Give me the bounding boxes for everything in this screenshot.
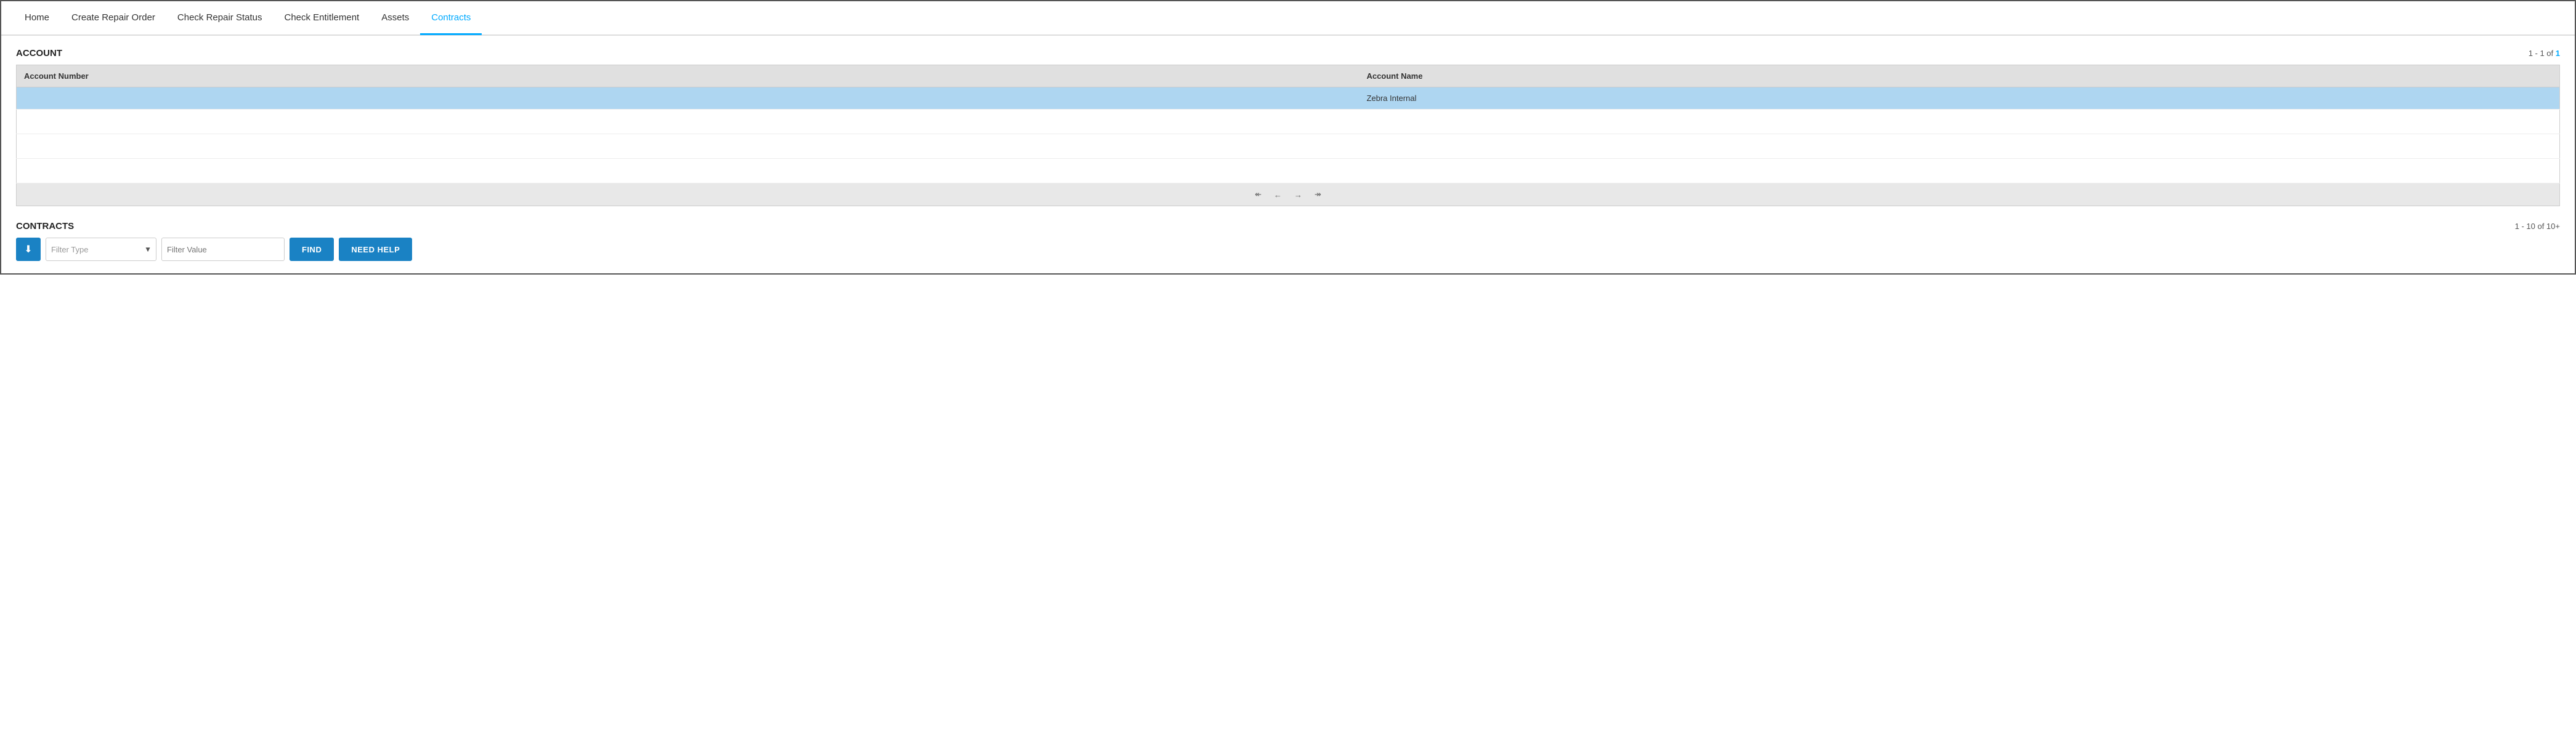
next-page-button[interactable]: → [1292, 189, 1305, 201]
need-help-button[interactable]: NEED HELP [339, 238, 412, 261]
account-pagination-total: 1 [2556, 49, 2560, 58]
filter-type-wrapper: Filter Type ▼ [46, 238, 156, 261]
nav-item-check-repair-status[interactable]: Check Repair Status [166, 2, 273, 35]
nav-item-check-entitlement[interactable]: Check Entitlement [273, 2, 370, 35]
find-button[interactable]: FIND [290, 238, 334, 261]
contracts-pagination-info: 1 - 10 of 10+ [2515, 222, 2560, 231]
account-table-row[interactable]: Zebra Internal [17, 87, 2560, 110]
col-account-name: Account Name [1359, 65, 2560, 87]
filter-value-input[interactable] [161, 238, 285, 261]
top-navigation: Home Create Repair Order Check Repair St… [1, 1, 2575, 36]
nav-item-contracts[interactable]: Contracts [420, 2, 482, 35]
account-table: Account Number Account Name Zebra Intern… [16, 65, 2560, 183]
nav-item-assets[interactable]: Assets [370, 2, 420, 35]
account-number-cell [17, 87, 1359, 110]
account-section-header: ACCOUNT 1 - 1 of 1 [16, 48, 2560, 58]
nav-item-create-repair-order[interactable]: Create Repair Order [60, 2, 166, 35]
nav-item-home[interactable]: Home [14, 2, 60, 35]
account-table-footer: ↞ ← → ↠ [16, 183, 2560, 206]
account-pagination-info: 1 - 1 of 1 [2529, 49, 2560, 58]
account-pagination-range: 1 - 1 of [2529, 49, 2556, 58]
contracts-section: CONTRACTS 1 - 10 of 10+ ⬇ Filter Type ▼ … [16, 221, 2560, 261]
account-section-title: ACCOUNT [16, 48, 62, 58]
first-page-button[interactable]: ↞ [1252, 188, 1264, 201]
download-icon: ⬇ [24, 243, 32, 255]
last-page-button[interactable]: ↠ [1312, 188, 1324, 201]
account-table-header-row: Account Number Account Name [17, 65, 2560, 87]
contracts-section-title: CONTRACTS [16, 221, 74, 231]
col-account-number: Account Number [17, 65, 1359, 87]
account-name-cell: Zebra Internal [1359, 87, 2560, 110]
contracts-section-header: CONTRACTS 1 - 10 of 10+ [16, 221, 2560, 231]
account-empty-row-1 [17, 110, 2560, 134]
account-empty-row-3 [17, 159, 2560, 183]
prev-page-button[interactable]: ← [1271, 189, 1284, 201]
filter-type-select[interactable]: Filter Type [46, 238, 156, 261]
contracts-toolbar: ⬇ Filter Type ▼ FIND NEED HELP [16, 238, 2560, 261]
main-content: ACCOUNT 1 - 1 of 1 Account Number Accoun… [1, 36, 2575, 273]
download-button[interactable]: ⬇ [16, 238, 41, 261]
account-empty-row-2 [17, 134, 2560, 159]
